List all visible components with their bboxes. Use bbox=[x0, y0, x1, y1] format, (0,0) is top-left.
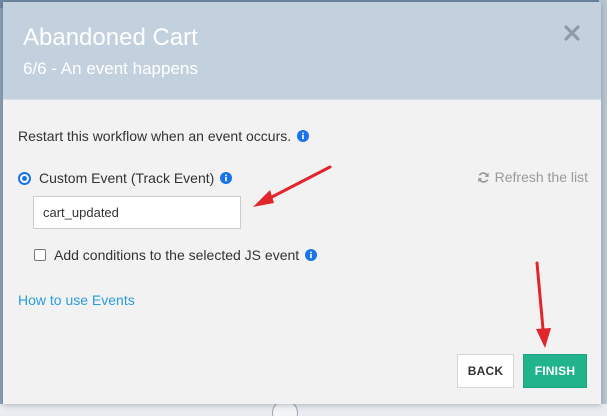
custom-event-label[interactable]: Custom Event (Track Event) bbox=[39, 170, 214, 186]
info-icon[interactable] bbox=[305, 249, 318, 261]
close-icon[interactable] bbox=[561, 22, 583, 44]
finish-button[interactable]: FINISH bbox=[523, 354, 587, 388]
custom-event-option[interactable]: Custom Event (Track Event) bbox=[18, 170, 233, 186]
event-modal: Abandoned Cart 6/6 - An event happens Re… bbox=[3, 2, 601, 404]
custom-event-radio[interactable] bbox=[18, 171, 31, 185]
backdrop-bottom-area bbox=[0, 404, 607, 416]
intro-text: Restart this workflow when an event occu… bbox=[18, 128, 292, 144]
conditions-option[interactable]: Add conditions to the selected JS event bbox=[34, 247, 318, 263]
refresh-list-link[interactable]: Refresh the list bbox=[477, 169, 588, 185]
info-icon[interactable] bbox=[220, 172, 233, 184]
modal-title: Abandoned Cart bbox=[23, 24, 198, 51]
conditions-label[interactable]: Add conditions to the selected JS event bbox=[54, 247, 299, 263]
modal-subtitle: 6/6 - An event happens bbox=[23, 59, 198, 78]
event-name-input[interactable] bbox=[33, 196, 241, 229]
intro-line: Restart this workflow when an event occu… bbox=[18, 128, 310, 144]
info-icon[interactable] bbox=[297, 130, 310, 142]
modal-header: Abandoned Cart 6/6 - An event happens bbox=[3, 2, 601, 100]
back-button[interactable]: BACK bbox=[457, 354, 514, 388]
conditions-checkbox[interactable] bbox=[34, 249, 46, 261]
refresh-icon bbox=[477, 171, 489, 183]
refresh-list-label[interactable]: Refresh the list bbox=[495, 169, 588, 185]
how-to-use-events-link[interactable]: How to use Events bbox=[18, 292, 135, 308]
